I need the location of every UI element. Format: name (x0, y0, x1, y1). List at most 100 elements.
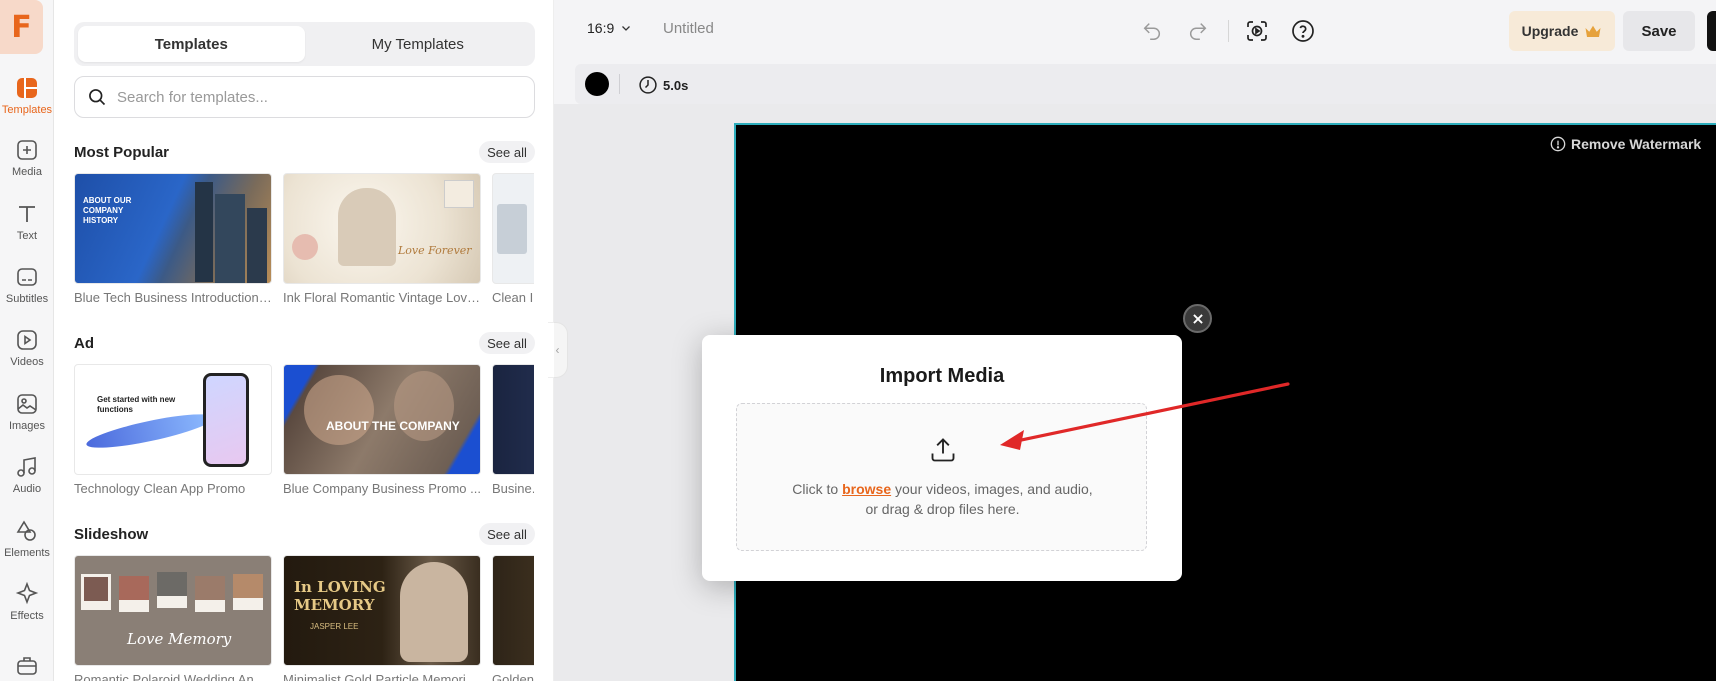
duration-control[interactable]: 5.0s (638, 75, 688, 95)
template-card[interactable]: ABOUT THE COMPANY Blue Company Business … (283, 364, 481, 496)
rail-item-text[interactable]: Text (0, 194, 54, 250)
search-input[interactable] (117, 88, 517, 106)
app-logo[interactable]: F (0, 0, 43, 54)
template-card-label: Technology Clean App Promo (74, 481, 246, 496)
rail-item-media[interactable]: Media (0, 130, 54, 186)
thumbnail-text: JASPER LEE (310, 622, 359, 631)
rail-item-audio[interactable]: Audio (0, 447, 54, 503)
template-card[interactable]: Clean I... (492, 173, 534, 305)
template-card[interactable]: In LOVING MEMORY JASPER LEE Minimalist G… (283, 555, 481, 681)
rail-label: Text (16, 230, 38, 242)
export-button[interactable] (1707, 11, 1716, 51)
template-card-label: Blue Company Business Promo ... (283, 481, 481, 496)
template-row-slideshow: Love Memory Romantic Polaroid Wedding An… (74, 555, 534, 681)
rail-item-videos[interactable]: Videos (0, 320, 54, 376)
close-dialog-button[interactable] (1183, 304, 1212, 333)
rail-item-subtitles[interactable]: Subtitles (0, 257, 54, 313)
aspect-ratio-value: 16:9 (587, 20, 615, 36)
template-thumbnail: Love Memory (74, 555, 272, 666)
preview-button[interactable] (1245, 19, 1269, 43)
rail-label: Elements (4, 547, 50, 559)
background-color-picker[interactable] (585, 72, 609, 96)
see-all-ad[interactable]: See all (479, 332, 535, 354)
undo-button[interactable] (1140, 19, 1164, 43)
tab-templates[interactable]: Templates (78, 26, 305, 62)
rail-label: Media (12, 166, 42, 178)
template-card[interactable]: Get started with new functions Technolog… (74, 364, 272, 496)
annotation-arrow (1000, 382, 1290, 450)
rail-item-effects[interactable]: Effects (0, 574, 54, 630)
template-tabs: Templates My Templates (74, 22, 535, 66)
briefcase-icon (17, 657, 37, 675)
section-title-most-popular: Most Popular (74, 144, 170, 161)
images-icon (17, 394, 37, 414)
template-row-ad: Get started with new functions Technolog… (74, 364, 534, 509)
top-bar: 16:9 Untitled Upgrade Save (555, 0, 1716, 62)
thumbnail-text: Love Forever (398, 244, 472, 257)
canvas-toolbar: 5.0s (575, 64, 1716, 104)
thumbnail-text: In LOVING MEMORY (294, 578, 386, 614)
browse-link[interactable]: browse (842, 481, 891, 497)
search-icon (89, 89, 106, 106)
rail-item-more[interactable] (0, 638, 54, 681)
help-icon (1292, 20, 1314, 42)
upload-icon (931, 438, 955, 462)
dropzone-instructions: Click to browse your videos, images, and… (737, 481, 1148, 497)
thumbnail-text: ABOUT THE COMPANY (326, 419, 460, 433)
rail-item-templates[interactable]: Templates (0, 68, 54, 124)
dropzone-suffix: your videos, images, and audio, (895, 481, 1093, 497)
template-row-most-popular: ABOUT OUR COMPANY HISTORY Blue Tech Busi… (74, 173, 534, 318)
tab-my-templates[interactable]: My Templates (305, 26, 532, 62)
thumbnail-text: Get started with new functions (97, 395, 176, 414)
template-card-label: Minimalist Gold Particle Memori... (283, 672, 477, 681)
template-thumbnail: Love Forever (283, 173, 481, 284)
thumbnail-text: Love Memory (127, 630, 232, 648)
rail-item-elements[interactable]: Elements (0, 511, 54, 567)
template-thumbnail: ABOUT OUR COMPANY HISTORY (74, 173, 272, 284)
rail-label: Videos (10, 356, 44, 368)
undo-icon (1143, 23, 1160, 40)
toolbar-divider (1228, 20, 1229, 42)
template-card[interactable]: Busine... (492, 364, 534, 496)
aspect-ratio-dropdown[interactable]: 16:9 (587, 20, 632, 36)
help-button[interactable] (1291, 19, 1315, 43)
clock-icon (639, 76, 657, 94)
template-card[interactable]: Golden... (492, 555, 534, 681)
rail-label: Audio (12, 483, 42, 495)
template-panel: Templates My Templates Most Popular See … (54, 0, 554, 681)
upgrade-button[interactable]: Upgrade (1509, 11, 1615, 51)
template-thumbnail: Get started with new functions (74, 364, 272, 475)
redo-button[interactable] (1186, 19, 1210, 43)
project-title[interactable]: Untitled (663, 20, 714, 37)
template-card[interactable]: Love Forever Ink Floral Romantic Vintage… (283, 173, 481, 305)
videos-icon (17, 330, 37, 350)
rail-item-images[interactable]: Images (0, 384, 54, 440)
template-thumbnail: In LOVING MEMORY JASPER LEE (283, 555, 481, 666)
media-icon (17, 140, 37, 160)
see-all-slideshow[interactable]: See all (479, 523, 535, 545)
rail-label: Templates (1, 104, 53, 116)
section-title-slideshow: Slideshow (74, 526, 149, 543)
section-title-ad: Ad (74, 335, 94, 352)
left-rail: F Templates Media Text Subtitles Videos … (0, 0, 54, 681)
template-card[interactable]: Love Memory Romantic Polaroid Wedding An… (74, 555, 272, 681)
upgrade-label: Upgrade (1521, 23, 1579, 39)
template-card-label: Blue Tech Business Introduction ... (74, 290, 272, 305)
effects-icon (15, 582, 39, 605)
template-card[interactable]: ABOUT OUR COMPANY HISTORY Blue Tech Busi… (74, 173, 272, 305)
template-card-label: Romantic Polaroid Wedding Anni... (74, 672, 272, 681)
toolbar-divider (619, 74, 620, 94)
template-card-label: Busine... (492, 481, 534, 496)
see-all-most-popular[interactable]: See all (479, 141, 535, 163)
template-thumbnail: ABOUT THE COMPANY (283, 364, 481, 475)
rail-label: Effects (10, 610, 44, 622)
audio-icon (17, 457, 36, 477)
redo-icon (1190, 23, 1207, 40)
template-thumbnail (492, 173, 534, 284)
save-button[interactable]: Save (1623, 11, 1695, 51)
elements-icon (16, 520, 36, 541)
template-thumbnail (492, 364, 534, 475)
template-card-label: Golden... (492, 672, 534, 681)
crown-icon (1585, 25, 1601, 37)
text-icon (19, 206, 35, 222)
